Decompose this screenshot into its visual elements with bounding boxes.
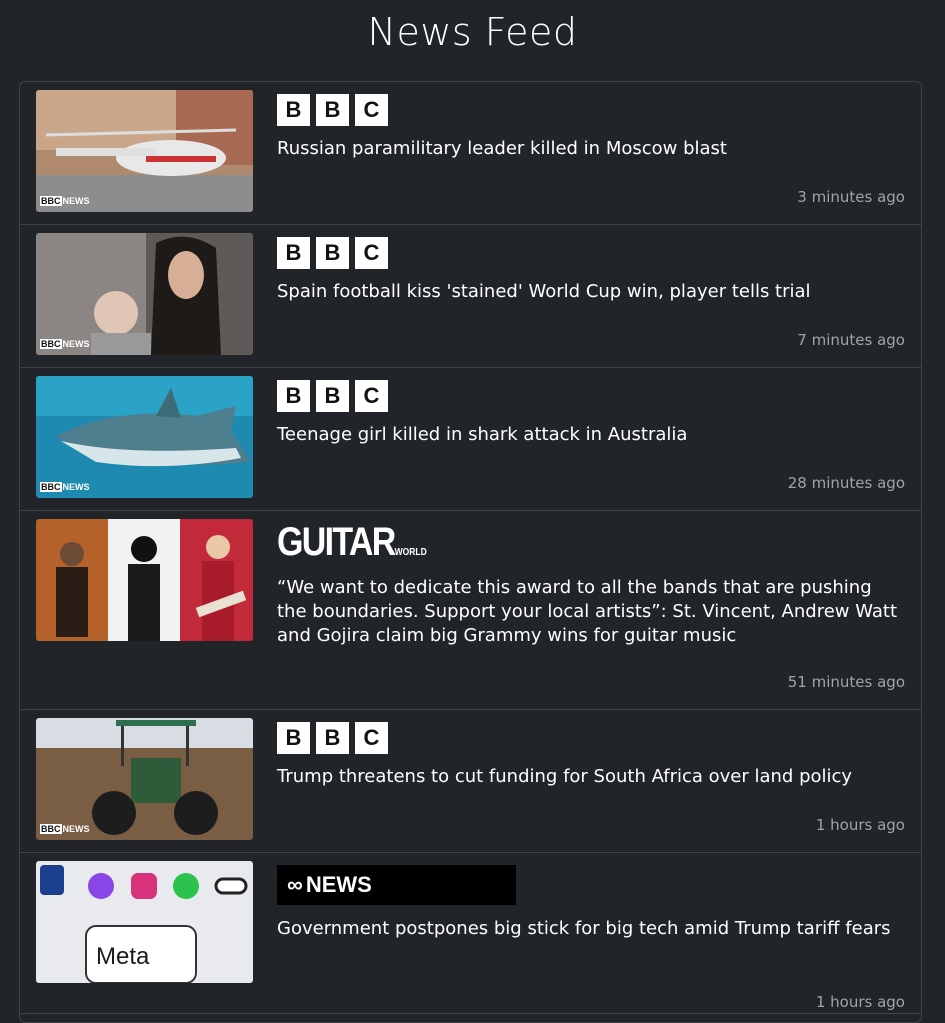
page-title: News Feed bbox=[367, 10, 578, 54]
news-item[interactable]: Meta ∞ NEWS Government postpones big sti… bbox=[20, 853, 921, 1014]
tractor-photo[interactable]: BBC NEWS bbox=[36, 718, 253, 840]
headline[interactable]: Government postpones big stick for big t… bbox=[277, 917, 905, 941]
news-item[interactable]: BBC NEWS BBC Russian paramilitary leader … bbox=[20, 82, 921, 225]
headline[interactable]: Russian paramilitary leader killed in Mo… bbox=[277, 137, 905, 161]
headline[interactable]: “We want to dedicate this award to all t… bbox=[277, 576, 905, 648]
news-item[interactable]: GUITARWORLD “We want to dedicate this aw… bbox=[20, 511, 921, 710]
news-item[interactable]: BBC NEWS BBC Teenage girl killed in shark… bbox=[20, 368, 921, 511]
bbc-logo: BBC bbox=[277, 380, 905, 413]
timestamp: 3 minutes ago bbox=[797, 188, 905, 206]
bbc-logo: BBC bbox=[277, 94, 905, 127]
news-item[interactable]: BBC NEWS BBC Trump threatens to cut fundi… bbox=[20, 710, 921, 853]
news-feed-list: BBC NEWS BBC Russian paramilitary leader … bbox=[19, 81, 922, 1023]
news-item[interactable]: BBC NEWS BBC Spain football kiss 'stained… bbox=[20, 225, 921, 368]
meta-text: Meta bbox=[96, 943, 150, 970]
timestamp: 1 hours ago bbox=[815, 816, 905, 834]
helicopter-photo[interactable]: BBC NEWS bbox=[36, 90, 253, 212]
timestamp: 7 minutes ago bbox=[797, 331, 905, 349]
bbc-logo: BBC bbox=[277, 237, 905, 270]
guitar-world-logo: GUITARWORLD bbox=[277, 520, 427, 564]
footballer-photo[interactable]: BBC NEWS bbox=[36, 233, 253, 355]
timestamp: 28 minutes ago bbox=[787, 474, 905, 492]
meta-apps-photo[interactable]: Meta bbox=[36, 861, 253, 983]
headline[interactable]: Spain football kiss 'stained' World Cup … bbox=[277, 280, 905, 304]
abc-news-logo: ∞ NEWS bbox=[277, 865, 905, 905]
headline[interactable]: Teenage girl killed in shark attack in A… bbox=[277, 423, 905, 447]
headline[interactable]: Trump threatens to cut funding for South… bbox=[277, 765, 905, 789]
timestamp: 51 minutes ago bbox=[787, 673, 905, 691]
bbc-logo: BBC bbox=[277, 722, 905, 755]
shark-photo[interactable]: BBC NEWS bbox=[36, 376, 253, 498]
guitarists-photo[interactable] bbox=[36, 519, 253, 641]
